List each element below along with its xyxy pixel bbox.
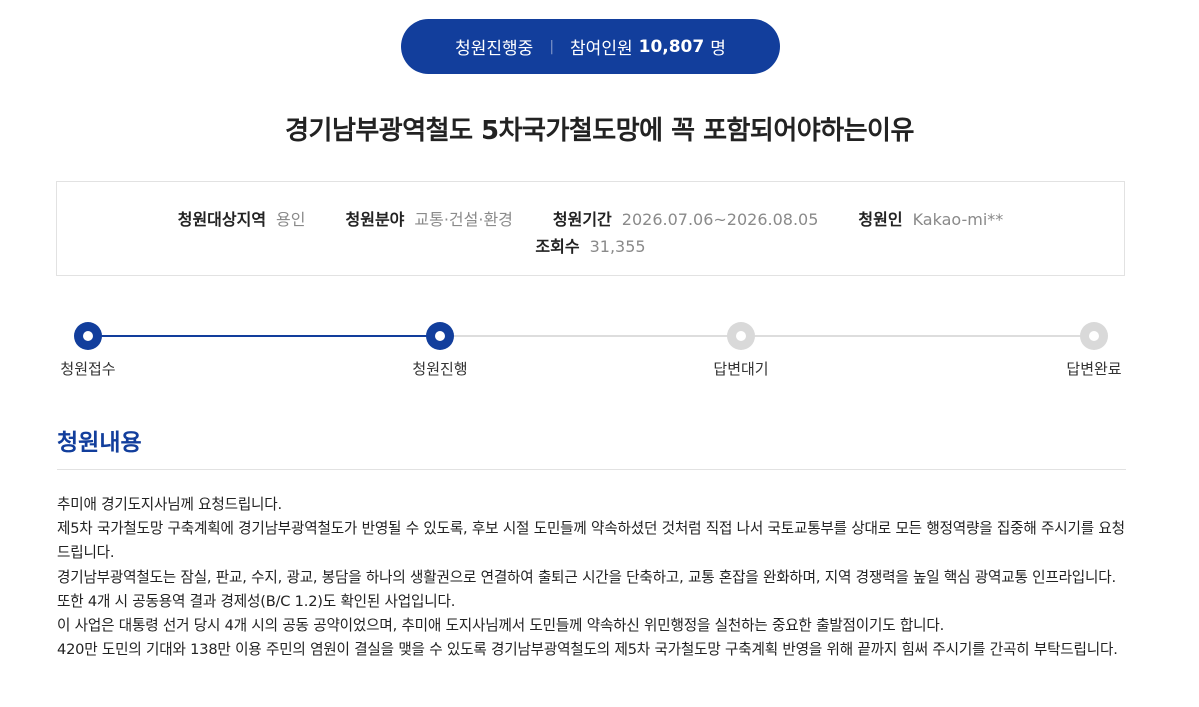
step-label: 청원접수 <box>60 360 116 378</box>
progress-step-received: 청원접수 <box>48 318 128 379</box>
step-label: 청원진행 <box>412 360 468 378</box>
info-field-value: 교통·건설·환경 <box>414 210 513 229</box>
page-title: 경기남부광역철도 5차국가철도망에 꼭 포함되어야하는이유 <box>285 116 914 146</box>
progress-step-in-progress: 청원진행 <box>400 318 480 379</box>
info-region: 청원대상지역 용인 <box>178 206 306 230</box>
section-divider <box>57 469 1126 470</box>
step-dot-icon <box>1080 322 1108 350</box>
info-field: 청원분야 교통·건설·환경 <box>346 206 513 230</box>
content-paragraph: 경기남부광역철도는 잠실, 판교, 수지, 광교, 봉담을 하나의 생활권으로 … <box>57 568 1116 610</box>
content-paragraph: 420만 도민의 기대와 138만 이용 주민의 염원이 결실을 맺을 수 있도… <box>57 641 1118 659</box>
petition-content: 추미애 경기도지사님께 요청드립니다. 제5차 국가철도망 구축계획에 경기남부… <box>57 493 1129 662</box>
section-title: 청원내용 <box>57 430 142 456</box>
info-row: 청원대상지역 용인 청원분야 교통·건설·환경 청원기간 2026.07.06~… <box>57 206 1124 230</box>
participants-label: 참여인원 <box>570 39 633 59</box>
step-dot-icon <box>426 322 454 350</box>
info-views-label: 조회수 <box>535 237 580 256</box>
status-badge: 청원진행중 | 참여인원 10,807 명 <box>401 19 780 74</box>
content-paragraph: 이 사업은 대통령 선거 당시 4개 시의 공동 공약이었으며, 추미애 도지사… <box>57 617 945 635</box>
info-author-value: Kakao-mi** <box>912 210 1004 229</box>
info-field-label: 청원분야 <box>345 210 405 229</box>
status-label: 청원진행중 <box>455 39 534 59</box>
participants-unit: 명 <box>710 39 726 59</box>
info-views-value: 31,355 <box>589 237 646 256</box>
petition-info-box: 청원대상지역 용인 청원분야 교통·건설·환경 청원기간 2026.07.06~… <box>56 181 1125 276</box>
info-views: 조회수 31,355 <box>535 233 645 257</box>
info-region-value: 용인 <box>276 210 306 229</box>
info-period-label: 청원기간 <box>552 210 612 229</box>
content-paragraph: 제5차 국가철도망 구축계획에 경기남부광역철도가 반영될 수 있도록, 후보 … <box>57 520 1125 562</box>
info-period-value: 2026.07.06~2026.08.05 <box>621 210 819 229</box>
progress-step-answered: 답변완료 <box>1054 318 1134 379</box>
status-separator: | <box>549 38 555 55</box>
progress-step-awaiting-answer: 답변대기 <box>701 318 781 379</box>
step-label: 답변완료 <box>1066 360 1122 378</box>
content-paragraph: 추미애 경기도지사님께 요청드립니다. <box>57 496 282 513</box>
info-region-label: 청원대상지역 <box>177 210 267 229</box>
progress-track-completed <box>88 335 440 337</box>
info-period: 청원기간 2026.07.06~2026.08.05 <box>553 206 819 230</box>
progress-stepper: 청원접수 청원진행 답변대기 답변완료 <box>56 318 1126 378</box>
info-author: 청원인 Kakao-mi** <box>858 206 1003 230</box>
participants-count: 10,807 <box>638 36 705 57</box>
info-row: 조회수 31,355 <box>57 233 1124 257</box>
info-author-label: 청원인 <box>858 210 903 229</box>
step-label: 답변대기 <box>713 360 769 378</box>
step-dot-icon <box>74 322 102 350</box>
step-dot-icon <box>727 322 755 350</box>
